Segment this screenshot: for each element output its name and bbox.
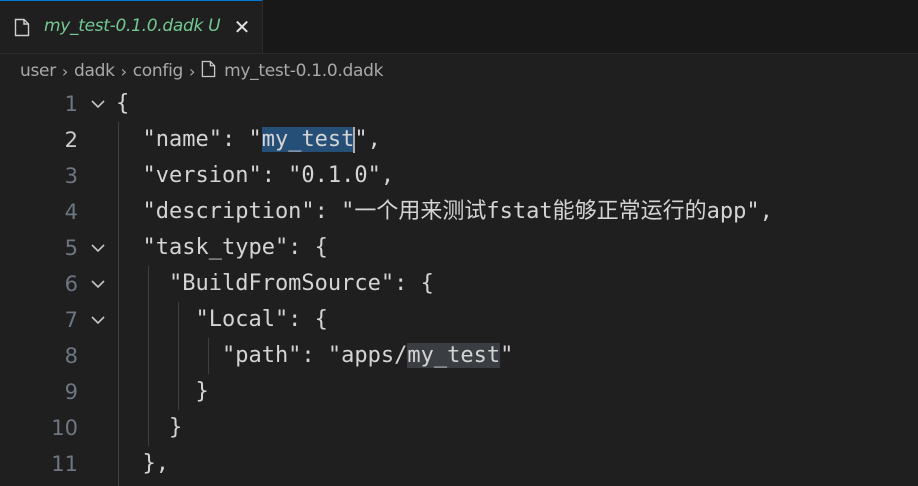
code-content: {	[116, 91, 130, 116]
code-line[interactable]: 5 "task_type": {	[0, 230, 918, 266]
code-line[interactable]: 11 },	[0, 446, 918, 482]
code-content: "task_type": {	[116, 235, 328, 260]
chevron-right-icon: ›	[189, 61, 196, 81]
code-text[interactable]: }	[116, 410, 182, 446]
code-content: "name": "	[116, 127, 262, 152]
code-content: "Local": {	[116, 307, 328, 332]
code-text[interactable]: "BuildFromSource": {	[116, 266, 434, 302]
code-text[interactable]: "path": "apps/my_test"	[116, 338, 513, 374]
code-content: "version": "0.1.0",	[116, 163, 395, 188]
code-text[interactable]: "task_type": {	[116, 230, 328, 266]
code-editor[interactable]: 1{2 "name": "my_test", 3 "version": "0.1.…	[0, 86, 918, 486]
code-text[interactable]: "version": "0.1.0",	[116, 158, 394, 194]
file-icon	[14, 18, 30, 41]
chevron-down-icon[interactable]	[90, 266, 108, 302]
code-line[interactable]: 1{	[0, 86, 918, 122]
tab-status-badge: U	[208, 16, 221, 36]
code-content: "BuildFromSource": {	[116, 271, 434, 296]
breadcrumb-item-file[interactable]: my_test-0.1.0.dadk	[224, 61, 383, 81]
code-content: "description": "一个用来测试fstat能够正常运行的app",	[116, 199, 773, 224]
line-number: 9	[64, 380, 78, 404]
code-text[interactable]: "description": "一个用来测试fstat能够正常运行的app",	[116, 194, 773, 230]
breadcrumb-item-user[interactable]: user	[20, 61, 56, 81]
line-number: 4	[64, 200, 78, 224]
line-number: 1	[64, 92, 78, 116]
line-number: 5	[64, 236, 78, 260]
chevron-right-icon: ›	[120, 61, 127, 81]
line-number: 7	[64, 308, 78, 332]
breadcrumb-item-dadk[interactable]: dadk	[74, 61, 115, 81]
line-number: 3	[64, 164, 78, 188]
file-icon	[201, 60, 216, 83]
code-line[interactable]: 10 }	[0, 410, 918, 446]
close-icon[interactable]: ✕	[232, 16, 252, 38]
code-content: "	[500, 343, 514, 368]
code-content: "path": "apps/	[116, 343, 408, 368]
code-line[interactable]: 4 "description": "一个用来测试fstat能够正常运行的app"…	[0, 194, 918, 230]
code-line[interactable]: 2 "name": "my_test",	[0, 122, 918, 158]
code-text[interactable]: },	[116, 446, 169, 482]
code-content: },	[116, 451, 169, 476]
code-text[interactable]: "name": "my_test",	[116, 122, 381, 158]
chevron-down-icon[interactable]	[90, 302, 108, 338]
breadcrumb: user › dadk › config › my_test-0.1.0.dad…	[20, 57, 383, 85]
line-number: 2	[64, 128, 78, 152]
chevron-down-icon[interactable]	[90, 86, 108, 122]
code-content: ",	[354, 127, 381, 152]
code-line[interactable]: 9 }	[0, 374, 918, 410]
code-line[interactable]: 6 "BuildFromSource": {	[0, 266, 918, 302]
selected-text: my_test	[261, 127, 355, 152]
code-line[interactable]: 3 "version": "0.1.0",	[0, 158, 918, 194]
breadcrumb-item-config[interactable]: config	[133, 61, 184, 81]
code-content: }	[116, 379, 209, 404]
code-line[interactable]: 8 "path": "apps/my_test"	[0, 338, 918, 374]
line-number: 8	[64, 344, 78, 368]
code-line[interactable]: 7 "Local": {	[0, 302, 918, 338]
chevron-right-icon: ›	[61, 61, 68, 81]
code-text[interactable]: }	[116, 374, 209, 410]
code-text[interactable]: {	[116, 86, 129, 122]
code-content: }	[116, 415, 183, 440]
line-number: 11	[51, 452, 78, 476]
chevron-down-icon[interactable]	[90, 230, 108, 266]
tab-title: my_test-0.1.0.dadk U	[44, 16, 221, 36]
line-number: 6	[64, 272, 78, 296]
tab-bar: my_test-0.1.0.dadk U ✕	[0, 0, 918, 54]
code-text[interactable]: "Local": {	[116, 302, 328, 338]
highlighted-match: my_test	[407, 343, 501, 368]
editor-tab[interactable]: my_test-0.1.0.dadk U ✕	[0, 0, 263, 53]
line-number: 10	[51, 416, 78, 440]
